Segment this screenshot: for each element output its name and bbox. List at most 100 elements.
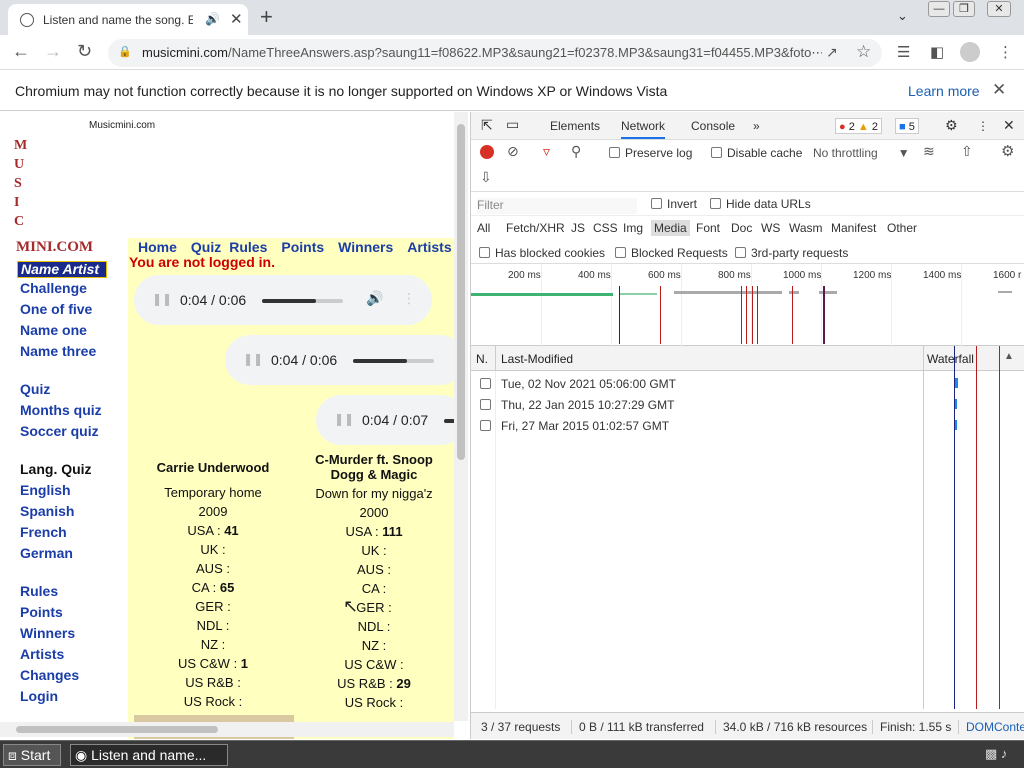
third-party-requests-checkbox[interactable]: 3rd-party requests [735,246,848,260]
maximize-button[interactable]: ❐ [953,1,975,17]
type-css[interactable]: CSS [593,221,618,235]
has-blocked-cookies-checkbox[interactable]: Has blocked cookies [479,246,605,260]
volume-icon[interactable]: 🔊 [366,290,383,307]
type-wasm[interactable]: Wasm [789,221,823,235]
network-conditions-icon[interactable]: ≋ [923,143,935,160]
address-bar[interactable]: 🔒 musicmini.com/NameThreeAnswers.asp?sau… [108,39,882,67]
start-button[interactable]: ⧈ Start [3,744,61,766]
chevron-down-icon[interactable]: ⌄ [897,8,908,24]
devtools-menu-icon[interactable]: ⋮ [977,119,989,133]
nav-quiz[interactable]: Quiz [191,239,221,255]
sidebar-item-changes[interactable]: Changes [20,667,79,683]
record-icon[interactable] [480,145,494,159]
play-icon[interactable]: ❚❚ [334,412,354,426]
col-header-name[interactable]: N. [476,352,488,366]
play-icon[interactable]: ❚❚ [243,352,263,366]
nav-rules[interactable]: Rules [229,239,267,255]
blocked-requests-checkbox[interactable]: Blocked Requests [615,246,728,260]
media-control-icon[interactable]: ☰ [897,43,910,61]
page-vertical-scrollbar[interactable] [454,112,468,721]
close-infobar-icon[interactable]: ✕ [992,80,1006,100]
new-tab-button[interactable]: + [260,4,273,30]
tab-console[interactable]: Console [691,119,735,133]
speaker-icon[interactable]: 🔊 [205,12,220,26]
type-js[interactable]: JS [571,221,585,235]
sidebar-item-name-artist[interactable]: Name Artist [17,261,107,278]
audio-player[interactable]: ❚❚ 0:04 / 0:06 [225,335,465,385]
type-other[interactable]: Other [887,221,917,235]
sidebar-item-quiz[interactable]: Quiz [20,381,50,397]
filter-icon[interactable]: ▿ [543,143,550,160]
more-options-icon[interactable]: ⋮ [402,290,416,307]
close-tab-icon[interactable]: ✕ [230,10,243,28]
sidebar-item-spanish[interactable]: Spanish [20,503,74,519]
sidebar-item-rules[interactable]: Rules [20,583,58,599]
browser-tab[interactable]: Listen and name the song. E 🔊 ✕ [8,4,248,35]
sidebar-item-german[interactable]: German [20,545,73,561]
type-all[interactable]: All [477,221,490,235]
sidebar-item-artists[interactable]: Artists [20,646,64,662]
search-icon[interactable]: ⚲ [571,143,581,160]
side-panel-icon[interactable]: ◧ [930,43,944,61]
more-tabs-icon[interactable]: » [753,119,760,133]
nav-home[interactable]: Home [138,239,177,255]
sidebar-item-french[interactable]: French [20,524,67,540]
type-ws[interactable]: WS [761,221,780,235]
device-toggle-icon[interactable]: ▭ [506,116,519,133]
message-badge[interactable]: ■ 5 [895,118,919,134]
disable-cache-checkbox[interactable]: Disable cache [711,146,802,160]
inspect-icon[interactable]: ⇱ [481,117,493,134]
sidebar-item-challenge[interactable]: Challenge [20,280,87,296]
seek-bar[interactable] [353,359,434,363]
logo-mini[interactable]: MINI.COM [16,239,93,256]
col-header-last-modified[interactable]: Last-Modified [501,352,573,366]
sidebar-item-login[interactable]: Login [20,688,58,704]
hide-data-urls-checkbox[interactable]: Hide data URLs [710,197,811,211]
type-doc[interactable]: Doc [731,221,752,235]
sidebar-item-name-three[interactable]: Name three [20,343,96,359]
audio-player[interactable]: ❚❚ 0:04 / 0:06 🔊 ⋮ [134,275,432,325]
request-row[interactable]: Tue, 02 Nov 2021 05:06:00 GMT [471,374,923,395]
sidebar-item-one-of-five[interactable]: One of five [20,301,92,317]
type-font[interactable]: Font [696,221,720,235]
settings-gear-icon[interactable]: ⚙ [945,117,958,134]
sidebar-item-soccer-quiz[interactable]: Soccer quiz [20,423,99,439]
audio-player[interactable]: ❚❚ 0:04 / 0:07 [316,395,466,445]
menu-kebab-icon[interactable]: ⋮ [998,43,1013,61]
reload-icon[interactable]: ↻ [77,41,92,61]
sidebar-item-points[interactable]: Points [20,604,63,620]
url-text[interactable]: musicmini.com/NameThreeAnswers.asp?saung… [142,45,822,61]
sidebar-item-winners[interactable]: Winners [20,625,75,641]
throttling-select[interactable]: No throttling ▼ [813,146,910,160]
profile-avatar[interactable] [960,42,980,62]
page-horizontal-scrollbar[interactable] [0,722,454,737]
bookmark-star-icon[interactable]: ☆ [856,42,871,62]
close-window-button[interactable]: ✕ [987,1,1011,17]
nav-winners[interactable]: Winners [338,239,393,255]
nav-artists[interactable]: Artists [407,239,451,255]
minimize-button[interactable]: — [928,1,950,17]
request-row[interactable]: Thu, 22 Jan 2015 10:27:29 GMT [471,395,923,416]
preserve-log-checkbox[interactable]: Preserve log [609,146,692,160]
taskbar-window-button[interactable]: ◉ Listen and name... [70,744,228,766]
invert-checkbox[interactable]: Invert [651,197,697,211]
type-fetch-xhr[interactable]: Fetch/XHR [506,221,565,235]
export-har-icon[interactable]: ⇩ [480,169,492,186]
share-icon[interactable]: ↗ [826,44,838,61]
network-settings-icon[interactable]: ⚙ [1001,142,1014,160]
lock-icon[interactable]: 🔒 [118,45,132,58]
tab-network[interactable]: Network [621,119,666,139]
sidebar-item-name-one[interactable]: Name one [20,322,87,338]
back-icon[interactable]: ← [12,41,30,61]
system-tray[interactable]: ▩ ♪ [985,746,1007,762]
type-img[interactable]: Img [623,221,643,235]
type-media[interactable]: Media [651,220,690,236]
scroll-thumb[interactable] [16,726,218,733]
clear-icon[interactable]: ⊘ [507,143,519,160]
request-row[interactable]: Fri, 27 Mar 2015 01:02:57 GMT [471,416,923,437]
seek-bar[interactable] [262,299,343,303]
nav-points[interactable]: Points [281,239,324,255]
sidebar-item-months-quiz[interactable]: Months quiz [20,402,102,418]
scroll-thumb[interactable] [457,124,465,460]
forward-icon[interactable]: → [44,41,62,61]
